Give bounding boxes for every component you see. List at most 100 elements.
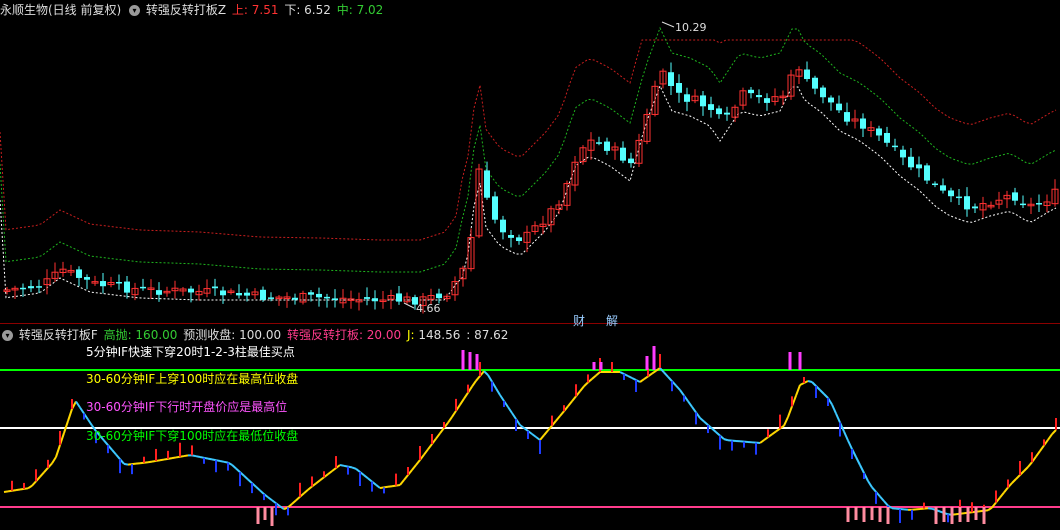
j-line-segment (183, 454, 189, 458)
candle-body (668, 72, 674, 86)
candle-body (76, 269, 82, 278)
candle-body (804, 69, 810, 80)
j-line-segment (191, 454, 197, 458)
candle-body (860, 118, 866, 129)
main-indicator-name[interactable]: 转强反转打板Z (146, 3, 226, 17)
j-line-segment (495, 387, 501, 396)
sub-chart-header: ▾ 转强反转打板F 高抛: 160.00 预测收盘: 100.00 转强反转打板… (0, 326, 510, 344)
candle-body (836, 103, 842, 111)
explain-badge[interactable]: 解 (606, 312, 618, 329)
j-line-segment (687, 400, 693, 408)
j-line-segment (543, 429, 549, 436)
j-line-segment (451, 410, 457, 418)
candle-body (84, 277, 90, 280)
candle-body (124, 281, 130, 293)
mid-band-line (0, 26, 1057, 273)
j-line-segment (643, 375, 649, 381)
j-line-segment (927, 507, 933, 510)
j-line-segment (531, 433, 537, 438)
settings-toggle-icon[interactable]: ▾ (2, 330, 13, 341)
candle-body (892, 145, 898, 148)
candle-body (308, 292, 314, 295)
j-line-segment (367, 477, 373, 483)
candle-body (948, 190, 954, 197)
j-line-segment (999, 491, 1005, 499)
candle-body (28, 286, 34, 289)
j-line-segment (783, 416, 789, 427)
candle-body (884, 132, 890, 143)
j-line-segment (447, 416, 453, 424)
candle-body (604, 141, 610, 151)
candle-body (956, 196, 962, 199)
finance-badge[interactable]: 财 (573, 312, 585, 329)
candle-body (628, 158, 634, 164)
candle-body (364, 297, 370, 299)
j-value: 148.56 (418, 328, 461, 342)
candle-body (484, 170, 490, 198)
j-line-segment (711, 427, 717, 433)
lower-band-line (0, 84, 1057, 301)
mid-band-value: 7.02 (356, 3, 384, 17)
j-line-segment (1011, 478, 1017, 484)
j-line-segment (471, 380, 477, 388)
candle-body (244, 292, 250, 296)
j-line-segment (775, 427, 781, 433)
candle-body (844, 112, 850, 122)
j-line-segment (3, 490, 9, 493)
j-line-segment (159, 458, 165, 462)
j-line-segment (715, 431, 721, 437)
board-value: 20.00 (366, 328, 402, 342)
candle-body (372, 298, 378, 302)
j-line-segment (319, 476, 325, 482)
j-line-segment (351, 466, 357, 470)
j-line-segment (411, 464, 417, 471)
j-line-segment (339, 464, 345, 467)
j-line-segment (663, 371, 669, 378)
j-line-segment (579, 385, 585, 392)
sub-indicator-name[interactable]: 转强反转打板F (19, 328, 98, 342)
j-line-segment (399, 479, 405, 486)
j-line-segment (651, 369, 657, 375)
note-upcross: 30-60分钟IF上穿100时应在最高位收盘 (86, 372, 299, 386)
j-line-segment (535, 436, 541, 441)
j-line-segment (539, 434, 545, 441)
candle-body (900, 149, 906, 158)
lower-band-label: 下: (284, 3, 305, 17)
j-line-segment (763, 436, 769, 441)
candle-body (188, 288, 194, 293)
j-line-segment (39, 471, 45, 478)
j-line-segment (259, 489, 265, 495)
stock-title[interactable]: 永顺生物(日线 前复权) (0, 3, 121, 17)
j-line-segment (403, 474, 409, 481)
j-line-segment (1051, 429, 1057, 435)
j-line-segment (207, 457, 213, 461)
j-line-segment (823, 393, 829, 399)
j-line-segment (639, 378, 645, 383)
candle-body (516, 237, 522, 242)
upper-band-line (0, 39, 1057, 241)
pane-divider[interactable] (0, 323, 1060, 324)
j-line-segment (691, 406, 697, 413)
candle-body (20, 287, 26, 290)
j-line-segment (355, 468, 361, 473)
j-line-segment (819, 389, 825, 395)
j-line-segment (199, 456, 205, 459)
settings-toggle-icon[interactable]: ▾ (129, 5, 141, 16)
j-line-segment (171, 456, 177, 460)
j-line-segment (787, 405, 793, 418)
j-line-segment (507, 406, 513, 414)
j-line-segment (415, 459, 421, 466)
j-line-segment (115, 453, 121, 460)
note-downtrend: 30-60分钟IF下行时开盘价应是最高位 (86, 400, 288, 414)
note-buy-point: 5分钟IF快速下穿20时1-2-3柱最佳买点 (86, 345, 295, 359)
candle-body (724, 112, 730, 115)
j-line-segment (7, 489, 13, 493)
j-line-segment (883, 500, 889, 507)
candle-body (828, 97, 834, 103)
candle-body (940, 185, 946, 191)
j-line-segment (859, 464, 865, 474)
j-line-segment (363, 474, 369, 480)
j-line-segment (1003, 486, 1009, 494)
j-line-segment (55, 444, 61, 458)
j-line-segment (831, 404, 837, 414)
